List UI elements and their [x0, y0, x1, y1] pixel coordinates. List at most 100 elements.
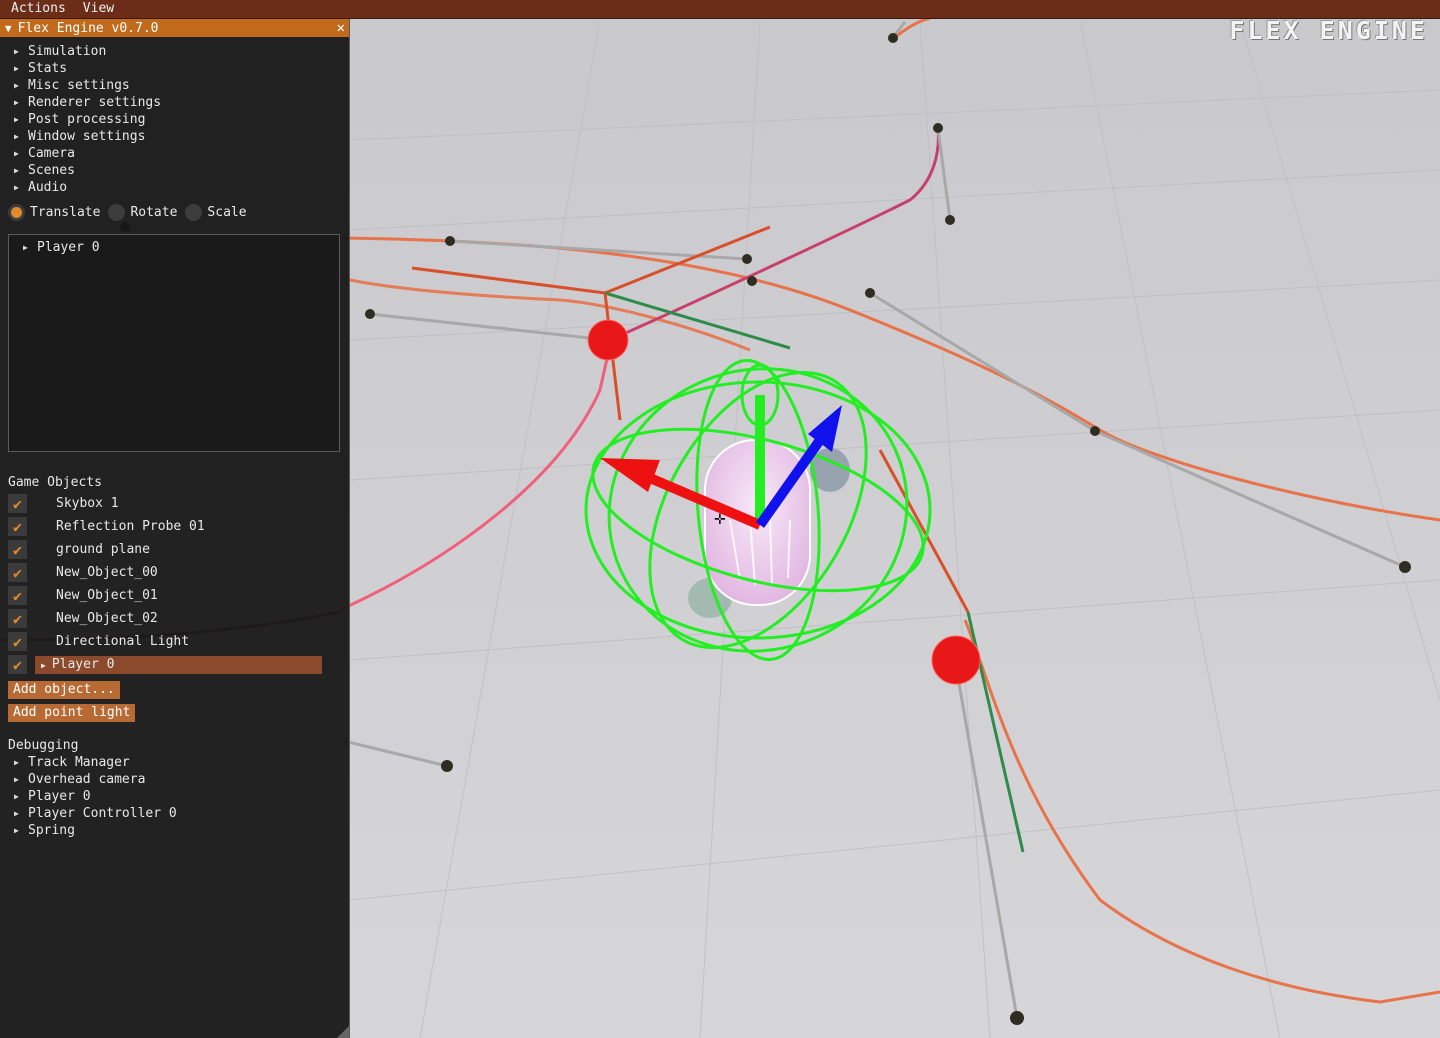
hierarchy-item-player-0[interactable]: ▶ Player 0 [9, 239, 339, 256]
panel-title: Flex Engine v0.7.0 [17, 20, 159, 36]
game-object-row-selected: ✔ ▶ Player 0 [8, 653, 349, 676]
visibility-checkbox[interactable]: ✔ [8, 540, 27, 559]
section-simulation[interactable]: ▶ Simulation [0, 43, 349, 60]
debug-item-player-controller-0[interactable]: ▶ Player Controller 0 [0, 805, 349, 822]
game-object-row: ✔ New_Object_00 [8, 561, 349, 584]
editor-panel: ▼ Flex Engine v0.7.0 ✕ ▶ Simulation ▶ Stat… [0, 19, 350, 1038]
section-label: Renderer settings [28, 95, 162, 110]
section-audio[interactable]: ▶ Audio [0, 179, 349, 196]
debug-item-track-manager[interactable]: ▶ Track Manager [0, 754, 349, 771]
section-label: Simulation [28, 44, 107, 59]
tree-arrow-icon: ▶ [14, 792, 19, 801]
section-label: Post processing [28, 112, 146, 127]
visibility-checkbox[interactable]: ✔ [8, 517, 27, 536]
tree-arrow-icon: ▶ [14, 115, 19, 124]
object-inspector-box[interactable]: ▶ Player 0 [8, 234, 340, 452]
debug-item-label: Overhead camera [28, 772, 146, 787]
game-object-row: ✔ Directional Light [8, 630, 349, 653]
visibility-checkbox[interactable]: ✔ [8, 563, 27, 582]
radio-label: Rotate [130, 204, 178, 220]
game-object-row: ✔ New_Object_02 [8, 607, 349, 630]
visibility-checkbox[interactable]: ✔ [8, 655, 27, 674]
game-object-name-selected[interactable]: ▶ Player 0 [35, 655, 322, 674]
section-label: Misc settings [28, 78, 130, 93]
section-scenes[interactable]: ▶ Scenes [0, 162, 349, 179]
svg-text:✛: ✛ [714, 512, 726, 528]
section-label: Scenes [28, 163, 75, 178]
game-object-row: ✔ Skybox 1 [8, 492, 349, 515]
tree-arrow-icon: ▶ [14, 149, 19, 158]
tree-arrow-icon: ▶ [14, 775, 19, 784]
tree-arrow-icon: ▶ [14, 183, 19, 192]
radio-empty-icon [185, 203, 203, 221]
tree-arrow-icon: ▶ [14, 809, 19, 818]
collapse-triangle-icon[interactable]: ▼ [5, 22, 12, 35]
radio-label: Translate [30, 204, 101, 220]
add-point-light-button[interactable]: Add point light [8, 704, 136, 722]
section-window-settings[interactable]: ▶ Window settings [0, 128, 349, 145]
section-label: Camera [28, 146, 75, 161]
tree-arrow-icon: ▶ [14, 132, 19, 141]
menu-view[interactable]: View [77, 0, 120, 18]
panel-titlebar[interactable]: ▼ Flex Engine v0.7.0 ✕ [0, 19, 349, 37]
tree-arrow-icon: ▶ [14, 98, 19, 107]
gizmo-mode-radio-group: Translate Rotate Scale [8, 200, 349, 224]
visibility-checkbox[interactable]: ✔ [8, 494, 27, 513]
game-object-name[interactable]: ground plane [37, 541, 343, 559]
radio-label: Scale [207, 204, 247, 220]
debug-item-label: Spring [28, 823, 75, 838]
radio-empty-icon [108, 203, 126, 221]
tree-arrow-icon: ▶ [14, 166, 19, 175]
debug-item-overhead-camera[interactable]: ▶ Overhead camera [0, 771, 349, 788]
game-object-name[interactable]: Directional Light [37, 633, 343, 651]
game-object-name[interactable]: Reflection Probe 01 [37, 518, 343, 536]
game-object-name[interactable]: New_Object_00 [37, 564, 343, 582]
visibility-checkbox[interactable]: ✔ [8, 632, 27, 651]
debug-item-player-0[interactable]: ▶ Player 0 [0, 788, 349, 805]
section-stats[interactable]: ▶ Stats [0, 60, 349, 77]
tree-arrow-icon: ▶ [14, 47, 19, 56]
section-post-processing[interactable]: ▶ Post processing [0, 111, 349, 128]
visibility-checkbox[interactable]: ✔ [8, 586, 27, 605]
radio-rotate[interactable]: Rotate [108, 203, 178, 221]
radio-selected-icon [8, 203, 25, 221]
debugging-heading: Debugging [8, 738, 79, 753]
radio-scale[interactable]: Scale [185, 203, 247, 221]
visibility-checkbox[interactable]: ✔ [8, 609, 27, 628]
resize-grip-icon[interactable] [337, 1026, 349, 1038]
tree-arrow-icon: ▶ [14, 64, 19, 73]
tree-arrow-icon: ▶ [23, 243, 28, 252]
menu-bar: Actions View [0, 0, 1440, 19]
tree-arrow-icon: ▶ [41, 660, 46, 670]
tree-arrow-icon: ▶ [14, 758, 19, 767]
debug-item-spring[interactable]: ▶ Spring [0, 822, 349, 839]
game-object-row: ✔ ground plane [8, 538, 349, 561]
game-objects-list: ✔ Skybox 1 ✔ Reflection Probe 01 ✔ ground p… [0, 492, 349, 676]
debug-item-label: Player Controller 0 [28, 806, 177, 821]
game-object-label: Player 0 [51, 656, 115, 672]
game-object-row: ✔ New_Object_01 [8, 584, 349, 607]
menu-actions[interactable]: Actions [5, 0, 72, 18]
debug-item-label: Player 0 [28, 789, 91, 804]
section-renderer-settings[interactable]: ▶ Renderer settings [0, 94, 349, 111]
radio-translate[interactable]: Translate [8, 203, 101, 221]
hierarchy-item-label: Player 0 [37, 240, 100, 255]
section-misc-settings[interactable]: ▶ Misc settings [0, 77, 349, 94]
section-label: Window settings [28, 129, 146, 144]
section-label: Audio [28, 180, 68, 195]
section-label: Stats [28, 61, 68, 76]
close-icon[interactable]: ✕ [337, 19, 345, 37]
tree-arrow-icon: ▶ [14, 826, 19, 835]
engine-logo: FLEX ENGINE [1229, 16, 1428, 45]
game-object-row: ✔ Reflection Probe 01 [8, 515, 349, 538]
tree-arrow-icon: ▶ [14, 81, 19, 90]
debugging-list: ▶ Track Manager ▶ Overhead camera ▶ Player … [0, 754, 349, 839]
settings-sections: ▶ Simulation ▶ Stats ▶ Misc settings ▶ Rende… [0, 43, 349, 196]
game-object-name[interactable]: New_Object_01 [37, 587, 343, 605]
debug-item-label: Track Manager [28, 755, 130, 770]
section-camera[interactable]: ▶ Camera [0, 145, 349, 162]
game-object-name[interactable]: New_Object_02 [37, 610, 343, 628]
game-objects-heading: Game Objects [8, 475, 102, 490]
add-object-button[interactable]: Add object... [8, 681, 120, 699]
game-object-name[interactable]: Skybox 1 [37, 495, 343, 513]
